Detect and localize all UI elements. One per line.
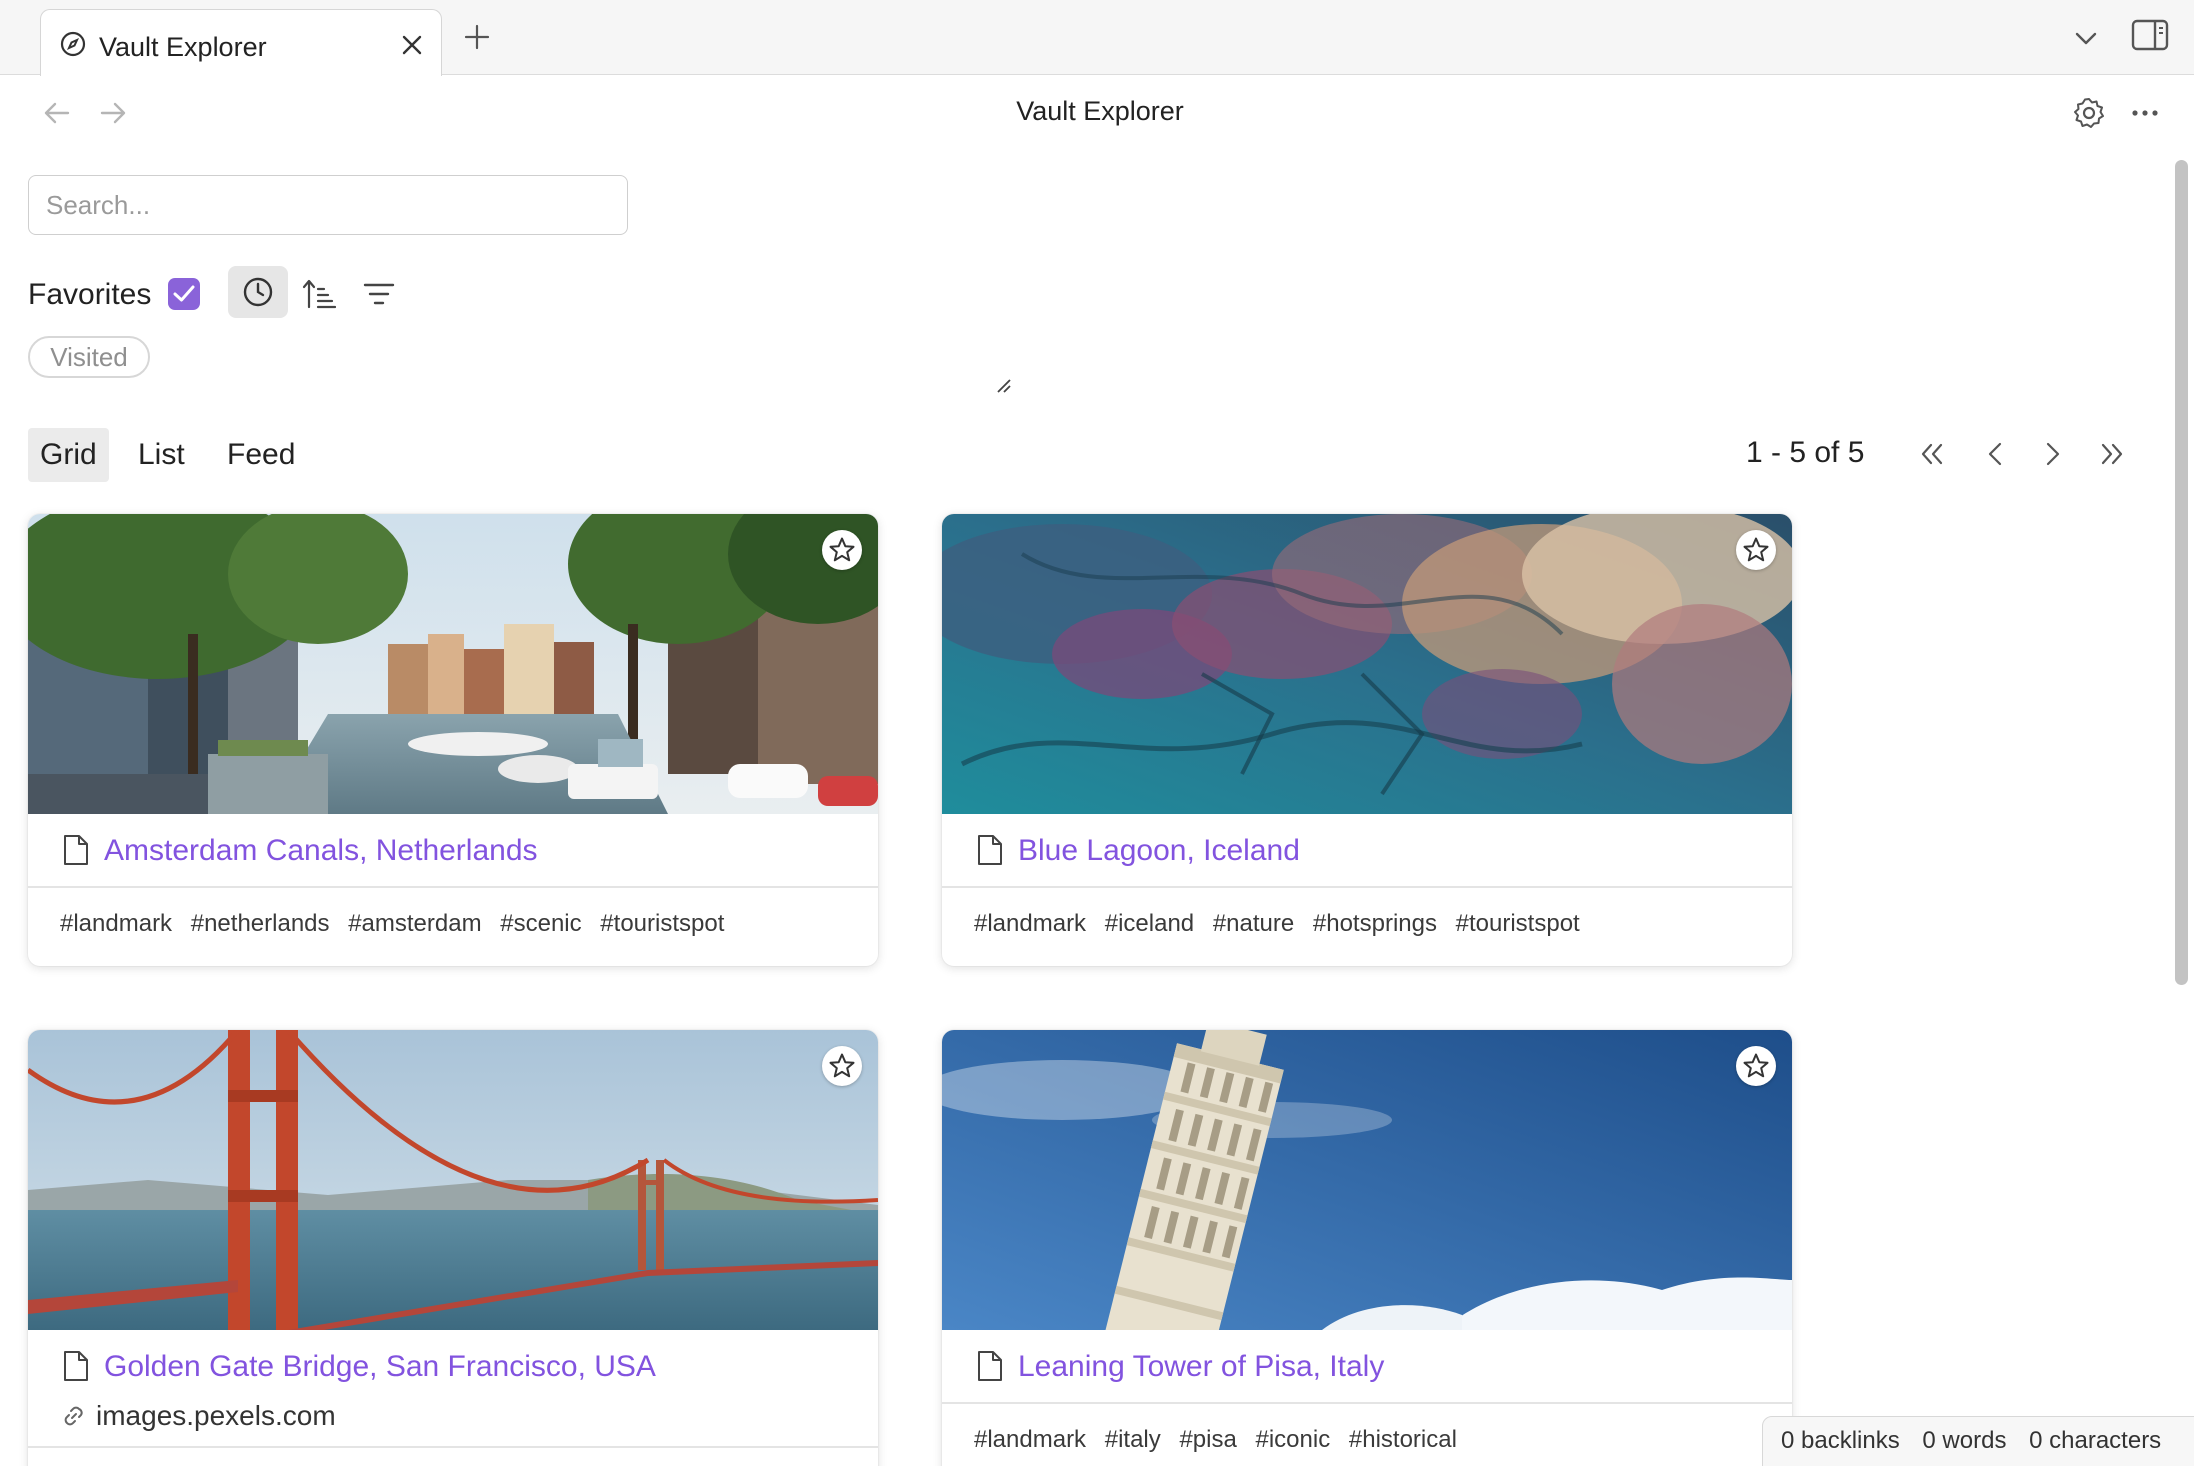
favorite-star-button[interactable] [1736, 530, 1776, 570]
chevron-left-icon[interactable] [1980, 438, 2012, 470]
card-title-link[interactable]: Amsterdam Canals, Netherlands [104, 834, 538, 868]
card-url[interactable]: images.pexels.com [96, 1400, 336, 1432]
view-mode-list[interactable]: List [126, 428, 197, 482]
card-image [942, 1030, 1792, 1330]
gear-icon[interactable] [2072, 96, 2106, 130]
clock-icon [243, 277, 273, 307]
pagination-info: 1 - 5 of 5 [1746, 436, 1865, 469]
tag-link[interactable]: #pisa [1179, 1426, 1236, 1453]
tag-link[interactable]: #landmark [974, 1426, 1086, 1453]
card-title-link[interactable]: Leaning Tower of Pisa, Italy [1018, 1350, 1384, 1384]
star-icon [1743, 537, 1769, 562]
file-icon [978, 835, 1002, 865]
filter-icon[interactable] [362, 277, 396, 311]
card-tags: #landmark #netherlands #amsterdam #sceni… [60, 910, 736, 938]
card-image [942, 514, 1792, 814]
card-title-link[interactable]: Blue Lagoon, Iceland [1018, 834, 1300, 868]
status-words: 0 words [1922, 1427, 2007, 1454]
card-image [28, 514, 878, 814]
file-icon [64, 835, 88, 865]
card-title-row: Golden Gate Bridge, San Francisco, USA [28, 1330, 878, 1402]
sidebar-toggle-icon[interactable] [2131, 18, 2169, 52]
tag-link[interactable]: #netherlands [191, 910, 330, 937]
star-icon [829, 537, 855, 562]
tag-link[interactable]: #landmark [974, 910, 1086, 937]
status-bar: 0 backlinks 0 words 0 characters [1762, 1416, 2194, 1466]
chevrons-right-icon[interactable] [2096, 438, 2128, 470]
favorite-star-button[interactable] [822, 530, 862, 570]
view-mode-feed[interactable]: Feed [215, 428, 307, 482]
card-image [28, 1030, 878, 1330]
card-title-row: Amsterdam Canals, Netherlands [28, 814, 878, 886]
tab-strip: Vault Explorer [0, 0, 2194, 76]
tag-link[interactable]: #amsterdam [348, 910, 481, 937]
more-horizontal-icon[interactable] [2130, 98, 2160, 128]
sort-by-recent-button[interactable] [228, 266, 288, 318]
tag-chip-visited[interactable]: Visited [28, 336, 150, 378]
tag-link[interactable]: #historical [1349, 1426, 1457, 1453]
note-card[interactable]: Amsterdam Canals, Netherlands #landmark … [28, 514, 878, 966]
link-icon [64, 1406, 83, 1426]
card-title-row: Leaning Tower of Pisa, Italy [942, 1330, 1792, 1402]
search-input[interactable] [28, 175, 628, 235]
scrollbar-thumb[interactable] [2175, 160, 2188, 985]
note-card[interactable]: Leaning Tower of Pisa, Italy #landmark #… [942, 1030, 1792, 1466]
tag-link[interactable]: #iceland [1105, 910, 1194, 937]
view-mode-grid[interactable]: Grid [28, 428, 109, 482]
plus-icon[interactable] [463, 23, 491, 51]
tab-vault-explorer[interactable]: Vault Explorer [40, 9, 442, 76]
tag-link[interactable]: #italy [1105, 1426, 1161, 1453]
chevron-down-icon[interactable] [2072, 24, 2100, 52]
note-card[interactable]: Golden Gate Bridge, San Francisco, USA i… [28, 1030, 878, 1466]
tag-link[interactable]: #touristspot [600, 910, 724, 937]
star-icon [1743, 1053, 1769, 1078]
favorite-star-button[interactable] [822, 1046, 862, 1086]
file-icon [64, 1351, 88, 1381]
card-divider [28, 886, 878, 888]
status-backlinks[interactable]: 0 backlinks [1781, 1427, 1900, 1454]
view-header: Vault Explorer [0, 76, 2194, 150]
tab-title: Vault Explorer [99, 32, 267, 62]
card-tags: #landmark #iceland #nature #hotsprings #… [974, 910, 1592, 938]
card-tags: #landmark #italy #pisa #iconic #historic… [974, 1426, 1469, 1454]
card-title-row: Blue Lagoon, Iceland [942, 814, 1792, 886]
close-icon[interactable] [401, 34, 423, 56]
tag-link[interactable]: #touristspot [1456, 910, 1580, 937]
file-icon [978, 1351, 1002, 1381]
star-icon [829, 1053, 855, 1078]
favorite-star-button[interactable] [1736, 1046, 1776, 1086]
tag-link[interactable]: #scenic [500, 910, 581, 937]
view-title: Vault Explorer [1016, 96, 1184, 126]
status-characters: 0 characters [2029, 1427, 2162, 1454]
tag-link[interactable]: #nature [1213, 910, 1294, 937]
sort-ascending-icon[interactable] [302, 277, 336, 311]
tag-link[interactable]: #iconic [1255, 1426, 1330, 1453]
resize-handle-icon[interactable] [996, 378, 1012, 394]
card-divider [942, 886, 1792, 888]
card-divider [942, 1402, 1792, 1404]
tag-link[interactable]: #hotsprings [1313, 910, 1437, 937]
favorites-label: Favorites [28, 278, 152, 311]
card-title-link[interactable]: Golden Gate Bridge, San Francisco, USA [104, 1350, 656, 1384]
chevrons-left-icon[interactable] [1916, 438, 1948, 470]
tag-link[interactable]: #landmark [60, 910, 172, 937]
note-card[interactable]: Blue Lagoon, Iceland #landmark #iceland … [942, 514, 1792, 966]
compass-icon [60, 31, 86, 57]
favorites-checkbox[interactable] [168, 278, 200, 310]
check-icon [173, 285, 195, 302]
card-divider [28, 1446, 878, 1448]
chevron-right-icon[interactable] [2036, 438, 2068, 470]
